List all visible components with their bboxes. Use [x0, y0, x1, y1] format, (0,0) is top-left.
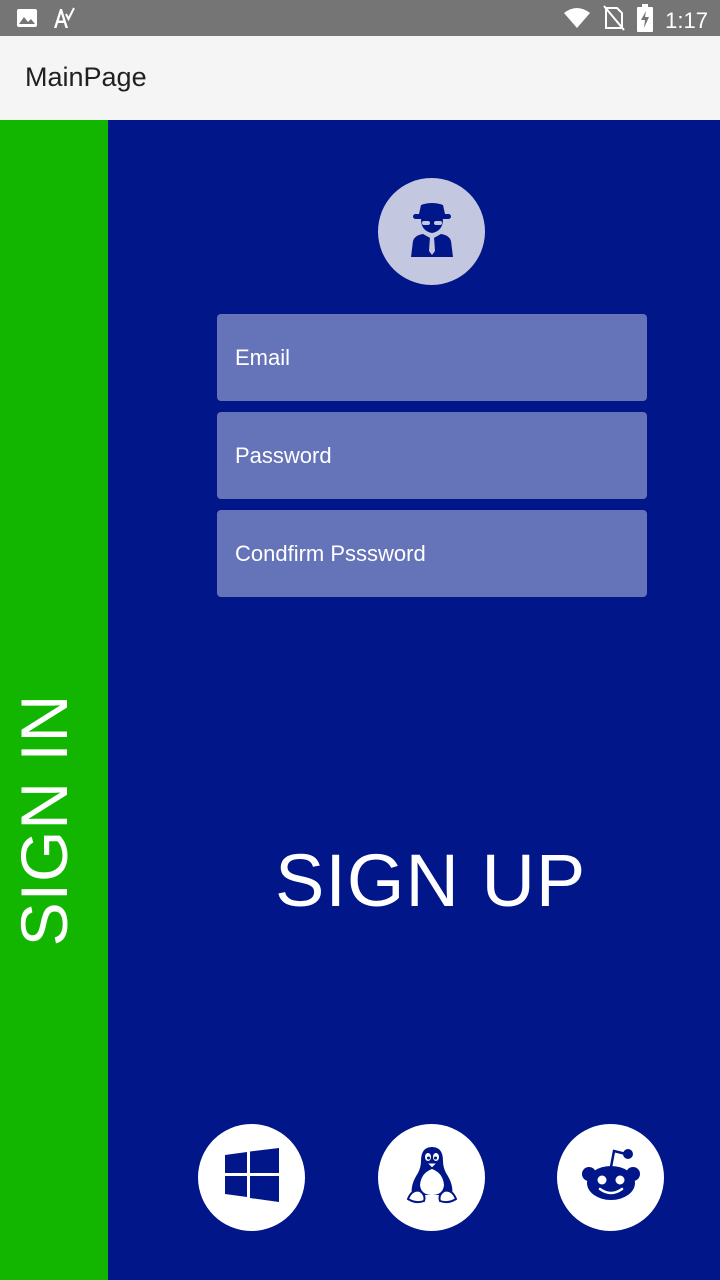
page-title: MainPage: [25, 62, 147, 92]
battery-charging-icon: [637, 4, 654, 37]
confirm-password-placeholder: Condfirm Psssword: [235, 540, 426, 566]
text-a-icon: [52, 6, 76, 35]
linux-login-button[interactable]: [378, 1124, 485, 1231]
status-bar: 1:17: [0, 0, 720, 36]
avatar: [378, 178, 485, 285]
status-right: 1:17: [563, 4, 708, 37]
sign-in-label[interactable]: SIGN IN: [6, 694, 82, 947]
status-left: [16, 6, 76, 35]
sign-up-button[interactable]: SIGN UP: [275, 838, 586, 923]
password-placeholder: Password: [235, 442, 332, 468]
sign-up-panel: [108, 120, 720, 1280]
linux-icon: [406, 1145, 458, 1210]
wifi-icon: [563, 6, 591, 35]
spy-icon: [407, 201, 457, 262]
windows-login-button[interactable]: [198, 1124, 305, 1231]
status-time: 1:17: [665, 7, 708, 33]
confirm-password-field[interactable]: Condfirm Psssword: [217, 510, 647, 597]
windows-icon: [224, 1148, 279, 1207]
app-bar: MainPage: [0, 36, 720, 120]
password-field[interactable]: Password: [217, 412, 647, 499]
reddit-login-button[interactable]: [557, 1124, 664, 1231]
email-field[interactable]: Email: [217, 314, 647, 401]
sign-in-panel[interactable]: SIGN IN: [0, 120, 108, 1280]
image-icon: [16, 7, 38, 34]
reddit-icon: [581, 1147, 641, 1208]
email-placeholder: Email: [235, 344, 291, 370]
no-sim-icon: [603, 5, 625, 36]
